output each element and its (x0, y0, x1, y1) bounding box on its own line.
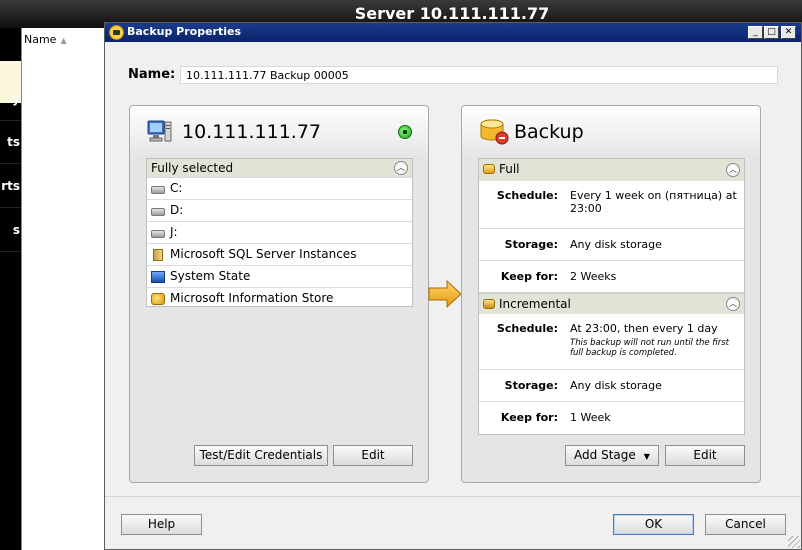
schedule-value: At 23:00, then every 1 day (570, 322, 718, 335)
sort-ascending-icon: ▲ (60, 36, 67, 45)
drive-icon (151, 230, 165, 238)
selection-item-c[interactable]: C: (147, 177, 412, 199)
selection-item-d[interactable]: D: (147, 199, 412, 221)
collapse-icon[interactable]: ︿ (726, 297, 740, 311)
stage-header-full[interactable]: Full ︿ (479, 159, 744, 181)
selection-item-system-state[interactable]: System State (147, 265, 412, 287)
backup-database-icon (480, 119, 509, 145)
drive-icon (151, 208, 165, 216)
exchange-store-icon (151, 293, 165, 305)
help-button[interactable]: Help (121, 514, 202, 535)
background-list: Name ▲ (21, 28, 105, 550)
retention-value: 2 Weeks (570, 270, 617, 283)
maximize-button[interactable]: □ (764, 26, 779, 39)
schedule-value: Every 1 week on (пятница) at 23:00 (570, 189, 737, 215)
stage-header-incremental[interactable]: Incremental ︿ (479, 292, 744, 314)
server-panel-header: 10.111.111.77 (130, 106, 428, 156)
storage-row[interactable]: Storage: Any disk storage (479, 369, 744, 401)
backup-plan-panel: Backup Full ︿ Schedule: Every 1 week on … (461, 105, 761, 483)
dialog-titlebar[interactable]: Backup Properties _ □ ✕ (105, 23, 801, 42)
sidebar-item[interactable]: ts (0, 120, 21, 164)
schedule-row[interactable]: Schedule: At 23:00, then every 1 day Thi… (479, 314, 744, 369)
edit-backup-button[interactable]: Edit (665, 445, 745, 466)
online-status-icon (398, 125, 412, 139)
resize-grip[interactable] (788, 536, 800, 548)
selection-list: Fully selected ︿ C: D: J: Microsoft SQL … (146, 158, 413, 307)
backup-stages-list: Full ︿ Schedule: Every 1 week on (пятниц… (478, 158, 745, 435)
close-button[interactable]: ✕ (781, 26, 796, 39)
arrow-right-icon (428, 279, 462, 309)
collapse-icon[interactable]: ︿ (394, 161, 408, 175)
storage-value: Any disk storage (570, 238, 662, 251)
storage-row[interactable]: Storage: Any disk storage (479, 228, 744, 260)
backup-app-icon (109, 25, 124, 40)
name-column-header[interactable]: Name ▲ (22, 33, 67, 49)
dialog-title: Backup Properties (127, 25, 242, 38)
minimize-button[interactable]: _ (748, 26, 763, 39)
selection-item-j[interactable]: J: (147, 221, 412, 243)
backup-title: Backup (514, 121, 584, 143)
incremental-backup-icon (483, 299, 495, 309)
full-backup-icon (483, 164, 495, 174)
retention-value: 1 Week (570, 411, 611, 424)
backup-name-input[interactable] (180, 66, 778, 84)
drive-icon (151, 186, 165, 194)
sidebar-item[interactable]: rts (0, 164, 21, 208)
edit-source-button[interactable]: Edit (333, 445, 413, 466)
backup-properties-dialog: Backup Properties _ □ ✕ Name: 10.111.111… (104, 22, 802, 550)
selection-item-information-store[interactable]: Microsoft Information Store (147, 287, 412, 309)
sidebar-item[interactable]: s (0, 208, 21, 252)
server-title: 10.111.111.77 (182, 121, 322, 143)
source-server-panel: 10.111.111.77 Fully selected ︿ C: D: J: (129, 105, 429, 483)
selection-title: Fully selected (151, 161, 234, 175)
background-sidebar: y ts rts s (0, 28, 21, 550)
storage-value: Any disk storage (570, 379, 662, 392)
system-state-icon (151, 271, 165, 283)
sql-server-icon (153, 249, 163, 261)
schedule-note: This backup will not run until the first… (570, 338, 730, 358)
selection-item-sql[interactable]: Microsoft SQL Server Instances (147, 243, 412, 265)
backup-panel-header: Backup (462, 106, 760, 156)
retention-row[interactable]: Keep for: 2 Weeks (479, 260, 744, 292)
sidebar-item[interactable]: y (0, 77, 21, 121)
footer-divider (105, 496, 801, 497)
dropdown-arrow-icon: ▼ (643, 452, 650, 461)
collapse-icon[interactable]: ︿ (726, 163, 740, 177)
test-edit-credentials-button[interactable]: Test/Edit Credentials (194, 445, 328, 466)
ok-button[interactable]: OK (613, 514, 694, 535)
add-stage-button[interactable]: Add Stage ▼ (565, 445, 659, 466)
background-window-title: Server 10.111.111.77 (354, 4, 550, 23)
cancel-button[interactable]: Cancel (705, 514, 786, 535)
computer-icon (147, 120, 172, 142)
retention-row[interactable]: Keep for: 1 Week (479, 401, 744, 433)
selection-header: Fully selected ︿ (147, 159, 412, 177)
schedule-row[interactable]: Schedule: Every 1 week on (пятница) at 2… (479, 181, 744, 228)
name-label: Name: (128, 67, 176, 82)
